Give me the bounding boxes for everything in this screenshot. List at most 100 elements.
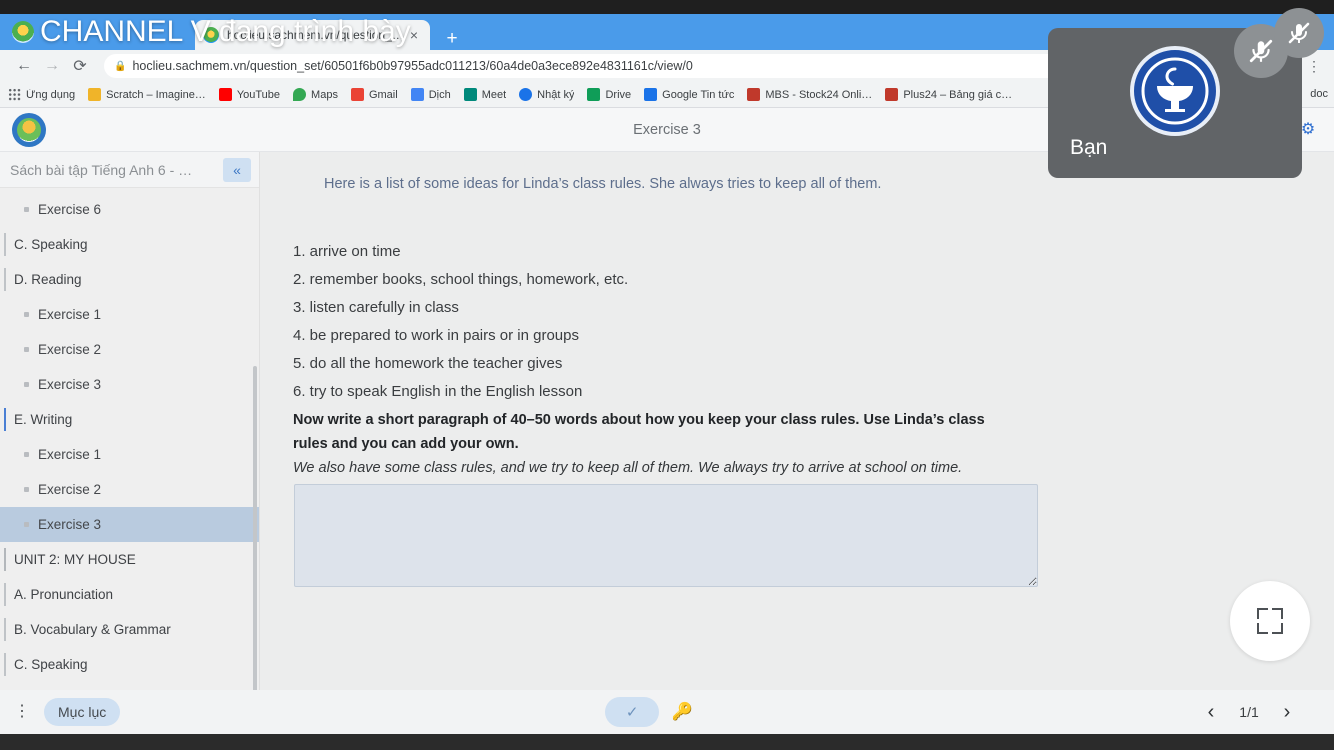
- sidebar-item-a-pronunciation[interactable]: A. Pronunciation: [0, 577, 259, 612]
- bottom-toolbar: ⋮ Mục lục ✓ 🔑 ‹ 1/1 ›: [0, 690, 1334, 734]
- mic-off-icon-secondary[interactable]: [1274, 8, 1324, 58]
- key-icon[interactable]: 🔑: [659, 702, 705, 722]
- bookmark-gmail[interactable]: Gmail: [350, 88, 398, 101]
- sidebar-item-label: UNIT 2: MY HOUSE: [14, 552, 136, 567]
- url-text: hoclieu.sachmem.vn/question_set/60501f6b…: [132, 59, 693, 73]
- sidebar-item-label: Exercise 2: [38, 482, 102, 497]
- rule-item: 1. arrive on time: [293, 243, 401, 260]
- answer-input[interactable]: [294, 484, 1038, 587]
- sidebar-item-d-reading[interactable]: D. Reading: [0, 262, 259, 297]
- sidebar-item-label: Exercise 3: [38, 377, 102, 392]
- bookmark-label: Google Tin tức: [662, 88, 735, 101]
- bookmark-translate[interactable]: Dịch: [410, 88, 451, 101]
- browser-window: hoclieu.sachmem.vn/question_set… × + ← →…: [0, 0, 1334, 750]
- clock-icon: [519, 88, 533, 101]
- sidebar-item-list: Exercise 6 C. Speaking D. Reading Exerci…: [0, 188, 259, 690]
- rule-item: 5. do all the homework the teacher gives: [293, 355, 563, 372]
- mbs-icon: [747, 88, 761, 101]
- sidebar-item-label: Exercise 1: [38, 447, 102, 462]
- avatar: [1130, 46, 1220, 136]
- bookmark-label: Maps: [311, 88, 338, 101]
- bookmark-label: Plus24 – Bảng giá c…: [903, 88, 1013, 101]
- bookmark-drive[interactable]: Drive: [587, 88, 631, 101]
- sidebar-item-label: E. Writing: [14, 412, 73, 427]
- bookmark-label: Ứng dụng: [26, 88, 76, 101]
- self-video-tile[interactable]: Bạn: [1048, 24, 1302, 178]
- sidebar-item-writing-exercise-1[interactable]: Exercise 1: [0, 437, 259, 472]
- sidebar-item-unit2-c-speaking[interactable]: C. Speaking: [0, 647, 259, 682]
- bullet-icon: [24, 207, 29, 212]
- more-options-icon[interactable]: ⋮: [0, 704, 44, 720]
- bookmark-news[interactable]: Google Tin tức: [644, 88, 734, 101]
- bookmark-label: Gmail: [368, 88, 398, 101]
- page-indicator: 1/1: [1239, 704, 1259, 720]
- rule-item: 6. try to speak English in the English l…: [293, 383, 583, 400]
- self-name-label: Bạn: [1070, 136, 1108, 159]
- prev-page-icon[interactable]: ‹: [1190, 701, 1232, 724]
- exit-fullscreen-button[interactable]: [1230, 581, 1310, 661]
- gmail-icon: [350, 88, 364, 101]
- presenting-banner: CHANNEL V đang trình bày: [12, 10, 652, 54]
- window-bottom-edge: [0, 734, 1334, 750]
- exercise-intro-text: Here is a list of some ideas for Linda’s…: [324, 176, 882, 192]
- bookmark-apps[interactable]: Ứng dụng: [8, 88, 75, 101]
- sidebar-item-reading-exercise-1[interactable]: Exercise 1: [0, 297, 259, 332]
- bookmark-label: Drive: [605, 88, 632, 101]
- bullet-icon: [24, 487, 29, 492]
- bookmark-maps[interactable]: Maps: [293, 88, 338, 101]
- bookmark-label: Scratch – Imagine…: [106, 88, 206, 101]
- mbs-icon: [885, 88, 899, 101]
- youtube-icon: [218, 88, 232, 101]
- bookmark-youtube[interactable]: YouTube: [218, 88, 280, 101]
- bookmark-mbs[interactable]: MBS - Stock24 Onli…: [747, 88, 872, 101]
- maps-icon: [293, 88, 307, 101]
- reload-icon[interactable]: ⟳: [66, 52, 94, 80]
- bullet-icon: [24, 347, 29, 352]
- drive-icon: [587, 88, 601, 101]
- news-icon: [644, 88, 658, 101]
- check-answer-button[interactable]: ✓: [605, 697, 660, 727]
- bookmark-plus24[interactable]: Plus24 – Bảng giá c…: [885, 88, 1012, 101]
- table-of-contents-button[interactable]: Mục lục: [44, 698, 121, 726]
- bookmark-scratch[interactable]: Scratch – Imagine…: [88, 88, 206, 101]
- bullet-icon: [24, 312, 29, 317]
- apps-grid-icon: [8, 88, 21, 101]
- back-icon[interactable]: ←: [10, 52, 38, 80]
- rule-item: 4. be prepared to work in pairs or in gr…: [293, 327, 579, 344]
- next-page-icon[interactable]: ›: [1266, 701, 1308, 724]
- bullet-icon: [24, 452, 29, 457]
- rule-item: 2. remember books, school things, homewo…: [293, 271, 629, 288]
- sidebar-item-exercise-6[interactable]: Exercise 6: [0, 192, 259, 227]
- exit-fullscreen-icon: [1257, 608, 1283, 634]
- bookmark-label: Dịch: [428, 88, 451, 101]
- sidebar-item-unit-2[interactable]: UNIT 2: MY HOUSE: [0, 542, 259, 577]
- lock-icon: 🔒: [114, 60, 127, 72]
- bookmark-overflow-label[interactable]: doc: [1310, 88, 1328, 100]
- forward-icon[interactable]: →: [38, 52, 66, 80]
- bullet-icon: [24, 382, 29, 387]
- pagination: ‹ 1/1 ›: [1190, 701, 1334, 724]
- sidebar: Sách bài tập Tiếng Anh 6 - … « Exercise …: [0, 152, 260, 690]
- sidebar-item-reading-exercise-2[interactable]: Exercise 2: [0, 332, 259, 367]
- rules-list: 1. arrive on time 2. remember books, sch…: [293, 238, 628, 406]
- sidebar-header: Sách bài tập Tiếng Anh 6 - … «: [0, 152, 259, 188]
- sidebar-item-c-speaking[interactable]: C. Speaking: [0, 227, 259, 262]
- pharmacy-caduceus-icon: [1141, 57, 1209, 125]
- bookmark-nhatky[interactable]: Nhật ký: [519, 88, 574, 101]
- sidebar-item-reading-exercise-3[interactable]: Exercise 3: [0, 367, 259, 402]
- sidebar-item-label: D. Reading: [14, 272, 82, 287]
- bookmark-meet[interactable]: Meet: [463, 88, 506, 101]
- sidebar-item-writing-exercise-3[interactable]: Exercise 3: [0, 507, 259, 542]
- sidebar-item-writing-exercise-2[interactable]: Exercise 2: [0, 472, 259, 507]
- sample-answer-text: We also have some class rules, and we tr…: [293, 460, 963, 476]
- bullet-icon: [24, 522, 29, 527]
- rule-item: 3. listen carefully in class: [293, 299, 459, 316]
- exercise-instruction: Now write a short paragraph of 40–50 wor…: [293, 412, 985, 452]
- sidebar-item-label: B. Vocabulary & Grammar: [14, 622, 171, 637]
- browser-menu-icon[interactable]: ⋮: [1304, 58, 1324, 75]
- bookmark-label: Nhật ký: [537, 88, 575, 101]
- sidebar-scrollbar[interactable]: [253, 366, 257, 690]
- chevron-left-collapse-icon[interactable]: «: [223, 157, 251, 182]
- sidebar-item-b-vocabulary-grammar[interactable]: B. Vocabulary & Grammar: [0, 612, 259, 647]
- sidebar-item-e-writing[interactable]: E. Writing: [0, 402, 259, 437]
